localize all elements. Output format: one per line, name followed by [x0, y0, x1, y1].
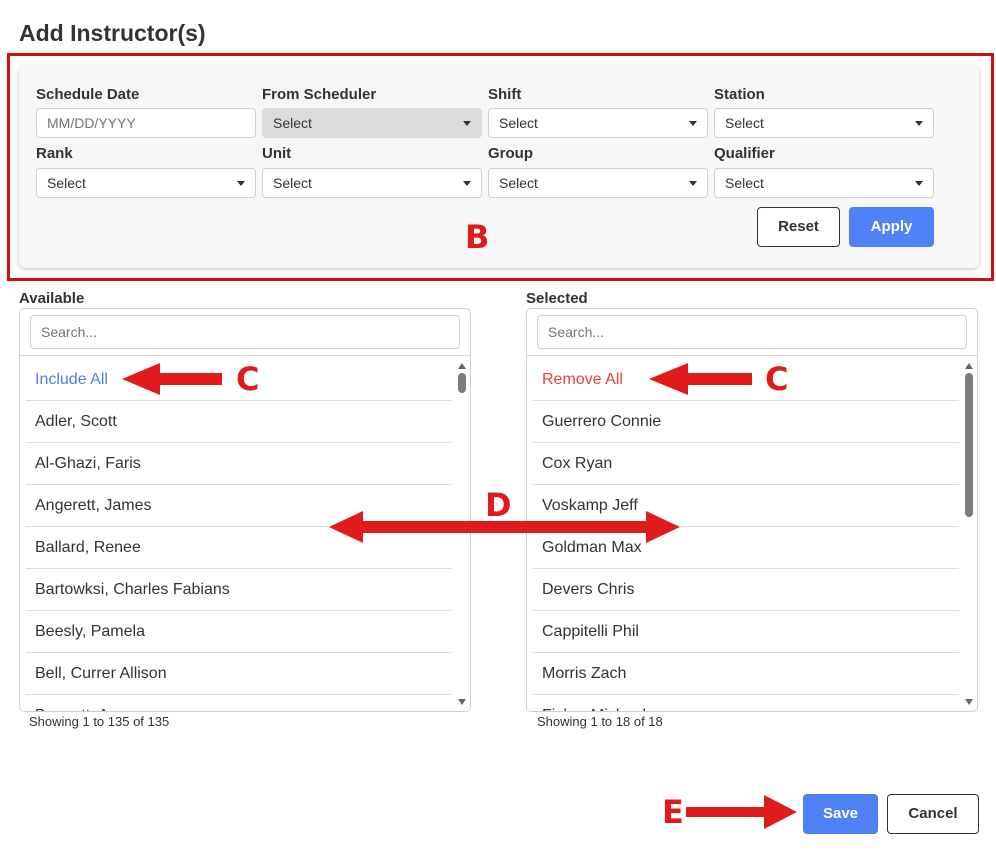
annotation-label-c: C [236, 360, 260, 398]
annotation-label-e: E [662, 793, 684, 831]
annotation-label-c: C [765, 360, 789, 398]
annotation-label-d: D [485, 486, 512, 524]
arrow-right-icon [686, 795, 797, 829]
arrow-left-icon [649, 363, 752, 395]
cancel-button[interactable]: Cancel [887, 794, 979, 834]
save-button[interactable]: Save [803, 794, 878, 834]
annotation-arrows [122, 363, 797, 829]
arrow-left-icon [122, 363, 222, 395]
